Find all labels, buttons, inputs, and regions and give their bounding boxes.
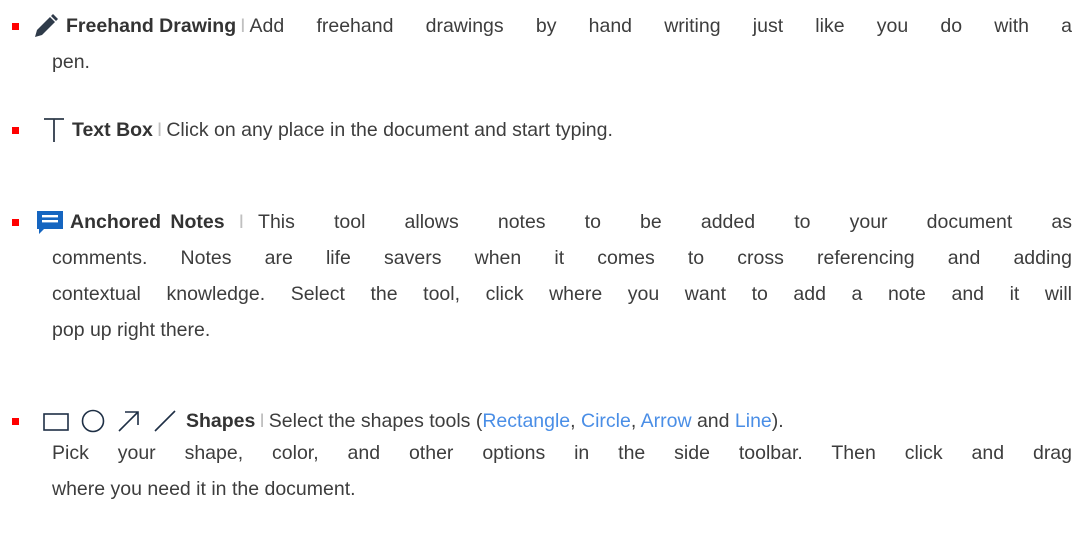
line-icon (152, 408, 178, 434)
description-line: where you need it in the document. (52, 478, 356, 500)
circle-link[interactable]: Circle (581, 410, 631, 432)
description-line: Select the shapes tools (Rectangle, Circ… (269, 403, 784, 439)
rectangle-icon (42, 409, 70, 433)
term-freehand-drawing: Freehand Drawing (66, 15, 237, 37)
description-line: comments. Notes are life savers when it … (52, 247, 1072, 269)
description-line: Click on any place in the document and s… (166, 119, 613, 141)
description-line: Add freehand drawings by hand writing ju… (249, 15, 1072, 37)
list-item-anchored-notes: Anchored Notes I This tool allows notes … (12, 204, 1072, 348)
bullet (12, 127, 19, 134)
separator: I (259, 410, 265, 432)
circle-icon (80, 408, 106, 434)
term-text-box: Text Box (72, 119, 153, 141)
text-segment: , (570, 410, 581, 432)
pen-icon (32, 13, 60, 39)
description-line: pen. (52, 51, 90, 73)
list-item-text-box: Text Box I Click on any place in the doc… (12, 112, 1072, 148)
term-shapes: Shapes (186, 410, 256, 432)
text-segment: ). (771, 410, 784, 432)
line-link[interactable]: Line (735, 410, 772, 432)
rectangle-link[interactable]: Rectangle (482, 410, 570, 432)
text-segment: and (691, 410, 735, 432)
bullet (12, 23, 19, 30)
bullet (12, 219, 19, 226)
arrow-link[interactable]: Arrow (641, 410, 692, 432)
text-t-icon (42, 116, 66, 144)
description-line: contextual knowledge. Select the tool, c… (52, 283, 1072, 305)
note-icon (36, 209, 64, 235)
separator: I (238, 211, 245, 233)
separator: I (156, 119, 163, 141)
description-line: Pick your shape, color, and other option… (52, 442, 1072, 464)
description-line: pop up right there. (52, 319, 211, 341)
term-anchored-notes: Anchored Notes (70, 211, 225, 233)
text-segment: , (630, 410, 641, 432)
arrow-icon (116, 408, 142, 434)
list-item-shapes: Shapes I Select the shapes tools (Rectan… (12, 403, 1072, 507)
bullet (12, 418, 19, 425)
list-item-freehand: Freehand Drawing I Add freehand drawings… (12, 8, 1072, 80)
description-line: This tool allows notes to be added to yo… (258, 211, 1072, 233)
separator: I (240, 15, 246, 37)
text-segment: Select the shapes tools ( (268, 410, 483, 432)
